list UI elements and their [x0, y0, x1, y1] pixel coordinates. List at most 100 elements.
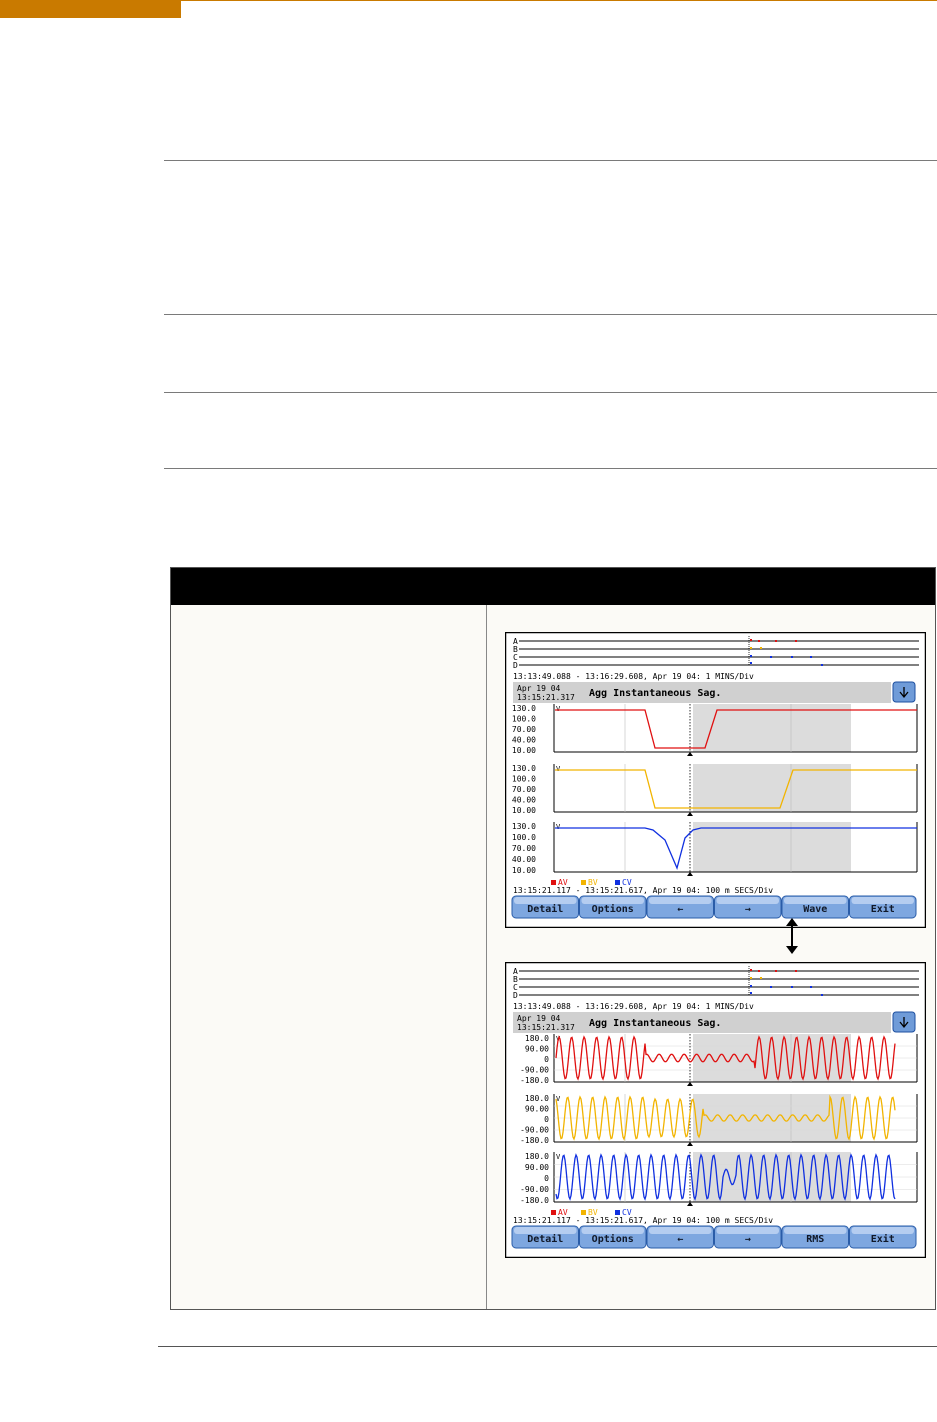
event-marker [750, 992, 752, 994]
y-tick-label: 180.0 [525, 1094, 549, 1103]
event-window-shade [693, 764, 851, 812]
softkey-label[interactable]: Detail [527, 1233, 563, 1245]
softkey-button[interactable]: ← [646, 1225, 714, 1249]
event-marker [750, 985, 752, 987]
y-tick-label: 40.00 [512, 855, 536, 864]
softkey-label[interactable]: Options [592, 1233, 634, 1245]
wave-screen: ABCD13:13:49.088 - 13:16:29.608, Apr 19 … [505, 962, 926, 1258]
chapter-tab [0, 0, 181, 18]
y-tick-label: -90.00 [520, 1066, 549, 1075]
y-tick-label: 100.0 [512, 833, 536, 842]
event-time: 13:15:21.317 [517, 693, 575, 702]
softkey-highlight [784, 1227, 847, 1234]
y-tick-label: 70.00 [512, 844, 536, 853]
event-marker [750, 969, 752, 971]
softkey-button[interactable]: → [714, 895, 782, 919]
softkey-button[interactable]: Detail [511, 1225, 579, 1249]
event-marker [770, 656, 772, 658]
y-tick-label: -180.0 [520, 1076, 549, 1085]
softkey-button[interactable]: Options [579, 1225, 647, 1249]
softkey-highlight [514, 1227, 577, 1234]
y-tick-label: 100.0 [512, 775, 536, 784]
event-title: Agg Instantaneous Sag. [589, 1018, 721, 1029]
softkey-button[interactable]: ← [646, 895, 714, 919]
time-range-text: 13:13:49.088 - 13:16:29.608, Apr 19 04: … [513, 672, 754, 681]
softkey-button[interactable]: Wave [781, 895, 849, 919]
event-time: 13:15:21.317 [517, 1023, 575, 1032]
softkey-highlight [581, 1227, 644, 1234]
softkey-button[interactable]: → [714, 1225, 782, 1249]
event-marker [821, 664, 823, 666]
scroll-down-button[interactable] [892, 681, 916, 703]
y-tick-label: 10.00 [512, 866, 536, 875]
y-tick-label: 0 [544, 1055, 549, 1064]
event-marker [791, 656, 793, 658]
legend-swatch [615, 1210, 620, 1215]
event-marker [775, 970, 777, 972]
event-marker [750, 647, 752, 649]
event-marker [758, 640, 760, 642]
event-date: Apr 19 04 [517, 1014, 561, 1023]
event-marker [795, 640, 797, 642]
softkey-highlight [514, 897, 577, 904]
softkey-highlight [649, 1227, 712, 1234]
legend-swatch [615, 880, 620, 885]
softkey-highlight [851, 897, 914, 904]
legend-swatch [581, 1210, 586, 1215]
divider [164, 392, 937, 393]
softkey-button[interactable]: Exit [849, 1225, 917, 1249]
channel-label: D [513, 991, 518, 1000]
event-marker [795, 970, 797, 972]
y-tick-label: -90.00 [520, 1126, 549, 1135]
event-window-shade [693, 822, 851, 872]
y-tick-label: 100.0 [512, 715, 536, 724]
y-tick-label: 10.00 [512, 806, 536, 815]
y-tick-label: 40.00 [512, 796, 536, 805]
softkey-label[interactable]: → [745, 1234, 751, 1245]
y-tick-label: 90.00 [525, 1163, 549, 1172]
y-tick-label: 180.0 [525, 1152, 549, 1161]
softkey-button[interactable]: Options [579, 895, 647, 919]
y-tick-label: 40.00 [512, 736, 536, 745]
legend-swatch [581, 880, 586, 885]
divider [164, 314, 937, 315]
y-tick-label: 180.0 [525, 1034, 549, 1043]
event-marker [760, 977, 762, 979]
softkey-highlight [716, 897, 779, 904]
toggle-arrow-icon [786, 918, 798, 954]
softkey-highlight [649, 897, 712, 904]
softkey-label[interactable]: Detail [527, 903, 563, 915]
event-marker [750, 977, 752, 979]
softkey-button[interactable]: Exit [849, 895, 917, 919]
bottom-range-text: 13:15:21.117 - 13:15:21.617, Apr 19 04: … [513, 1216, 773, 1225]
softkey-label[interactable]: ← [677, 904, 683, 915]
y-tick-label: 0 [544, 1115, 549, 1124]
y-tick-label: 130.0 [512, 822, 536, 831]
event-date: Apr 19 04 [517, 684, 561, 693]
scroll-down-button[interactable] [892, 1011, 916, 1033]
softkey-label[interactable]: RMS [806, 1234, 824, 1245]
event-marker [750, 655, 752, 657]
event-marker [791, 986, 793, 988]
softkey-button[interactable]: Detail [511, 895, 579, 919]
rms-screen: ABCD13:13:49.088 - 13:16:29.608, Apr 19 … [505, 632, 926, 928]
y-tick-label: 0 [544, 1174, 549, 1183]
table-header [171, 568, 935, 605]
divider [164, 468, 937, 469]
y-tick-label: 10.00 [512, 746, 536, 755]
event-marker [775, 640, 777, 642]
event-marker [750, 662, 752, 664]
softkey-label[interactable]: Wave [803, 904, 827, 915]
softkey-label[interactable]: ← [677, 1234, 683, 1245]
y-tick-label: 130.0 [512, 764, 536, 773]
event-marker [810, 986, 812, 988]
softkey-label[interactable]: Exit [871, 903, 895, 915]
event-marker [821, 994, 823, 996]
softkey-button[interactable]: RMS [781, 1225, 849, 1249]
softkey-label[interactable]: Options [592, 903, 634, 915]
softkey-label[interactable]: → [745, 904, 751, 915]
legend-swatch [551, 880, 556, 885]
softkey-label[interactable]: Exit [871, 1233, 895, 1245]
event-marker [810, 656, 812, 658]
y-tick-label: 90.00 [525, 1105, 549, 1114]
